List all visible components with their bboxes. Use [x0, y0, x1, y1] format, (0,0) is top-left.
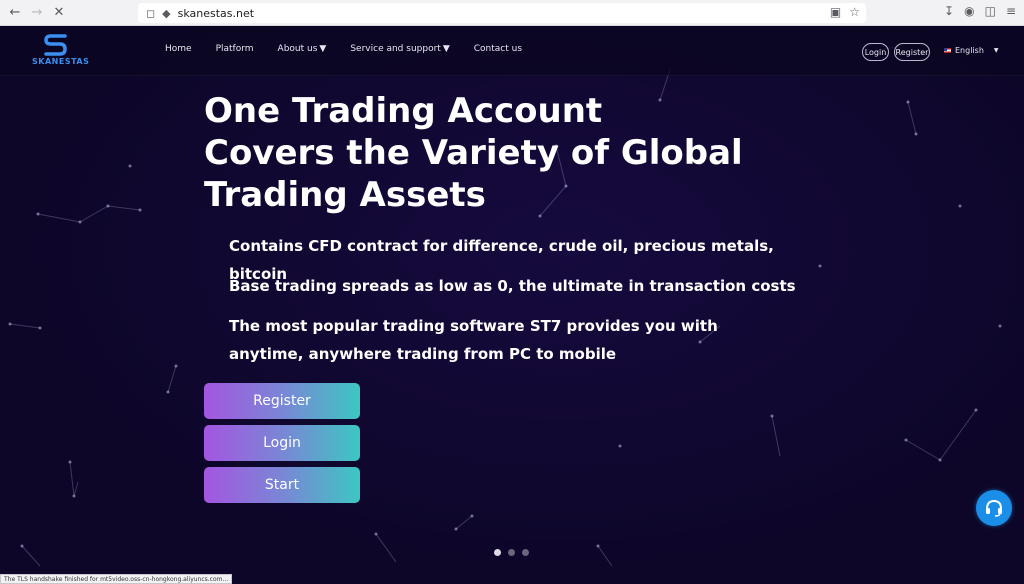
header-login-button[interactable]: Login [862, 43, 889, 61]
us-flag-icon [944, 48, 951, 53]
install-app-icon[interactable]: ▣ [830, 5, 841, 19]
star-icon[interactable]: ☆ [849, 5, 860, 19]
site-header: SKANESTAS Home Platform About us ▼ Servic… [0, 26, 1024, 76]
nav-service-support[interactable]: Service and support ▼ [350, 44, 449, 54]
lock-icon[interactable]: ◆ [162, 7, 170, 20]
carousel-dot-3[interactable] [522, 549, 529, 556]
nav-home[interactable]: Home [165, 44, 192, 54]
hero-title: One Trading Account Covers the Variety o… [204, 90, 804, 216]
hero-title-line-1: One Trading Account [204, 91, 603, 131]
nav-about-us[interactable]: About us ▼ [278, 44, 327, 54]
chevron-down-icon: ▼ [442, 44, 450, 54]
chevron-down-icon: ▼ [993, 47, 999, 54]
logo-s-icon [44, 34, 67, 56]
carousel-indicators [494, 549, 529, 556]
feature-spreads: Base trading spreads as low as 0, the ul… [229, 277, 796, 295]
browser-status-bar: The TLS handshake finished for mt5video.… [0, 574, 233, 584]
download-icon[interactable]: ↧ [944, 4, 954, 18]
language-label: English [955, 46, 984, 55]
account-icon[interactable]: ◉ [964, 4, 974, 18]
feature-software: The most popular trading software ST7 pr… [229, 317, 718, 363]
back-icon[interactable]: ← [4, 2, 26, 24]
logo-text: SKANESTAS [32, 57, 90, 66]
start-button[interactable]: Start [204, 467, 360, 503]
shield-icon[interactable]: ◻ [146, 7, 155, 20]
website-viewport: SKANESTAS Home Platform About us ▼ Servic… [0, 26, 1024, 584]
headset-icon [986, 499, 1002, 517]
language-selector[interactable]: English ▼ [944, 46, 999, 55]
browser-toolbar: ← → ✕ ◻ ◆ skanestas.net ▣ ☆ ↧ ◉ ◫ ≡ [0, 0, 1024, 26]
stop-loading-icon[interactable]: ✕ [48, 2, 70, 24]
url-text: skanestas.net [177, 6, 255, 20]
menu-icon[interactable]: ≡ [1006, 4, 1016, 18]
hero-title-line-3: Trading Assets [204, 175, 486, 215]
hero-title-line-2: Covers the Variety of Global [204, 133, 743, 173]
register-button[interactable]: Register [204, 383, 360, 419]
nav-contact-us[interactable]: Contact us [474, 44, 522, 54]
address-bar[interactable]: ◻ ◆ skanestas.net ▣ ☆ [138, 3, 866, 23]
nav-about-us-label: About us [277, 44, 318, 54]
header-register-button[interactable]: Register [894, 43, 930, 61]
login-button[interactable]: Login [204, 425, 360, 461]
nav-platform[interactable]: Platform [216, 44, 254, 54]
nav-service-support-label: Service and support [350, 44, 441, 54]
extensions-icon[interactable]: ◫ [985, 4, 996, 18]
chevron-down-icon: ▼ [319, 44, 327, 54]
carousel-dot-2[interactable] [508, 549, 515, 556]
carousel-dot-1[interactable] [494, 549, 501, 556]
forward-icon[interactable]: → [26, 2, 48, 24]
site-logo[interactable]: SKANESTAS [32, 34, 90, 70]
main-nav: Home Platform About us ▼ Service and supp… [165, 44, 522, 54]
customer-support-button[interactable] [976, 490, 1012, 526]
